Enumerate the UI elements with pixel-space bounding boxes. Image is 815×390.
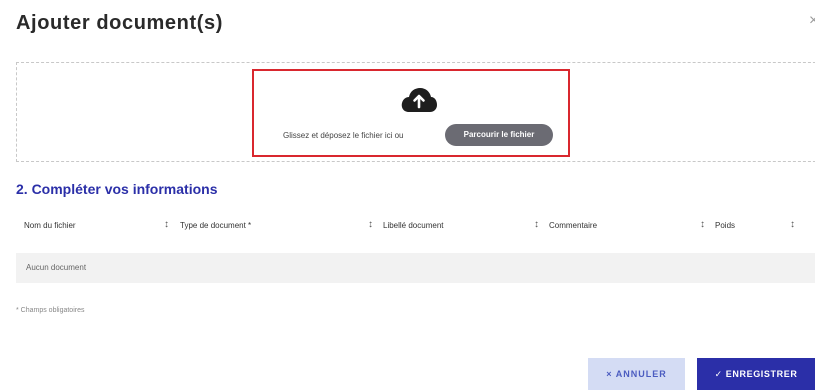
close-icon[interactable]: × [809, 12, 815, 30]
sort-icon[interactable]: ↕ [700, 219, 705, 230]
modal-title: Ajouter document(s) [16, 12, 223, 34]
section-title: 2. Compléter vos informations [16, 181, 218, 197]
add-document-modal: Ajouter document(s) × Glissez et déposez… [0, 0, 815, 390]
sort-icon[interactable]: ↕ [368, 219, 373, 230]
sort-icon[interactable]: ↕ [790, 219, 795, 230]
column-header-weight: Poids [715, 221, 736, 230]
empty-table-text: Aucun document [26, 263, 87, 272]
dropzone-instruction: Glissez et déposez le fichier ici ou [283, 131, 404, 140]
column-header-comment: Commentaire [549, 221, 598, 230]
save-button[interactable]: ✓ ENREGISTRER [697, 358, 815, 390]
cloud-upload-icon [401, 88, 437, 112]
cancel-button[interactable]: × ANNULER [588, 358, 685, 390]
browse-file-button[interactable]: Parcourir le fichier [445, 124, 553, 146]
sort-icon[interactable]: ↕ [164, 219, 169, 230]
column-header-file-name: Nom du fichier [24, 221, 76, 230]
column-header-document-type: Type de document * [180, 221, 252, 230]
required-fields-note: * Champs obligatoires [16, 307, 85, 314]
table-empty-row: Aucun document [16, 253, 815, 283]
column-header-document-label: Libellé document [383, 221, 444, 230]
table-header: Nom du fichier ↕ Type de document * ↕ Li… [16, 217, 815, 237]
sort-icon[interactable]: ↕ [534, 219, 539, 230]
